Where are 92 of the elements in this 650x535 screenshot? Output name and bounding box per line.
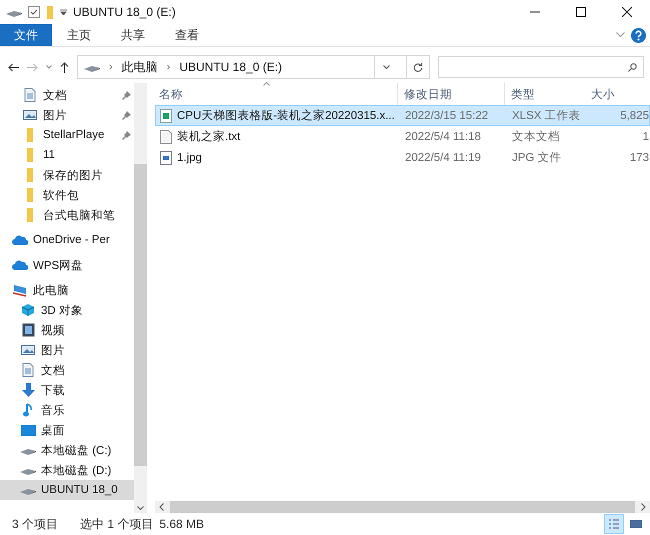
folder-icon <box>26 168 34 182</box>
nav-item[interactable]: StellarPlaye <box>43 129 104 141</box>
file-type: JPG 文件 <box>511 150 563 165</box>
nav-item[interactable]: 保存的图片 <box>43 168 103 182</box>
ribbon-tab[interactable]: 共享 <box>106 24 160 46</box>
nav-item[interactable]: 图片 <box>41 342 65 358</box>
back-arrow-icon[interactable] <box>8 62 19 72</box>
music-note-icon <box>23 403 33 417</box>
folder-icon <box>26 208 34 222</box>
file-size: 5,825 <box>619 110 649 122</box>
pin-icon[interactable] <box>122 110 131 120</box>
window-title: UBUNTU 18_0 (E:) <box>73 5 177 19</box>
pictures-icon <box>23 109 37 121</box>
download-icon <box>22 383 34 397</box>
maximize-icon[interactable] <box>576 7 586 17</box>
breadcrumb[interactable]: UBUNTU 18_0 (E:) <box>179 60 282 74</box>
sort-caret-icon[interactable] <box>263 82 270 86</box>
properties-icon[interactable] <box>28 6 40 18</box>
file-type: 文本文档 <box>511 130 561 144</box>
file-type: XLSX 工作表 <box>511 108 582 123</box>
up-arrow-icon[interactable] <box>60 62 69 72</box>
nav-item[interactable]: 台式电脑和笔 <box>43 208 115 222</box>
selection-count: 选中 1 个项目 <box>80 516 154 532</box>
modified-date: 2022/5/4 11:18 <box>404 130 482 142</box>
chevron-left-icon[interactable] <box>159 503 164 511</box>
chevron-right-icon[interactable] <box>641 503 646 511</box>
nav-item[interactable]: 本地磁盘 (D:) <box>41 462 112 478</box>
nav-item[interactable]: WPS网盘 <box>33 258 84 272</box>
pin-icon[interactable] <box>122 130 131 140</box>
nav-item[interactable]: 视频 <box>41 322 65 338</box>
folder-icon <box>26 188 34 202</box>
horizontal-scrollbar[interactable] <box>155 501 650 513</box>
file-size: 173 <box>628 152 649 164</box>
nav-item[interactable]: 本地磁盘 (C:) <box>41 442 112 458</box>
modified-date: 2022/3/15 15:22 <box>404 110 490 122</box>
document-icon <box>24 88 36 102</box>
nav-item[interactable]: 此电脑 <box>33 282 69 298</box>
pin-icon[interactable] <box>122 90 131 100</box>
file-name: 装机之家.txt <box>177 129 240 144</box>
ribbon-tab[interactable]: 查看 <box>160 24 214 46</box>
nav-item[interactable]: 文档 <box>43 88 67 102</box>
file-size: 1 <box>642 130 649 142</box>
file-row[interactable]: CPU天梯图表格版-装机之家20220315.x... 2022/3/15 15:22 XLSX 工作表 5,825 <box>155 105 650 126</box>
folder-icon <box>26 148 34 162</box>
search-field[interactable] <box>438 56 644 78</box>
item-count: 3 个项目 <box>12 516 58 532</box>
dropdown-icon[interactable] <box>60 9 67 15</box>
nav-item[interactable]: 图片 <box>43 108 67 122</box>
help-icon[interactable] <box>631 28 646 42</box>
selection-size: 5.68 MB <box>159 517 204 531</box>
desktop-icon <box>20 424 36 436</box>
breadcrumb-separator[interactable]: › <box>109 61 113 73</box>
ribbon-tab[interactable]: 主页 <box>52 24 106 46</box>
column-header[interactable]: 大小 <box>591 83 650 105</box>
vertical-scrollbar[interactable] <box>134 83 147 513</box>
file-row[interactable]: 1.jpg 2022/5/4 11:19 JPG 文件 173 <box>155 147 650 168</box>
breadcrumb-separator[interactable]: › <box>166 61 170 73</box>
cloud-icon <box>12 235 28 245</box>
nav-item[interactable]: 3D 对象 <box>41 302 83 318</box>
column-header[interactable]: 名称 <box>155 83 397 105</box>
search-icon <box>628 62 637 72</box>
file-name: 1.jpg <box>177 152 202 164</box>
chevron-down-icon[interactable] <box>46 65 52 69</box>
details-view-icon[interactable] <box>604 514 624 534</box>
chevron-down-icon[interactable] <box>382 64 390 70</box>
spreadsheet-file-icon <box>160 108 172 122</box>
ribbon-tab[interactable]: 文件 <box>0 24 52 46</box>
modified-date: 2022/5/4 11:19 <box>404 152 482 164</box>
nav-item[interactable]: 桌面 <box>41 422 65 438</box>
file-row[interactable]: 装机之家.txt 2022/5/4 11:18 文本文档 1 <box>155 126 650 147</box>
nav-item[interactable]: 文档 <box>41 362 65 378</box>
cube-icon <box>21 303 35 317</box>
folder-icon <box>26 128 34 142</box>
file-name: CPU天梯图表格版-装机之家20220315.x... <box>177 108 395 123</box>
nav-item[interactable]: UBUNTU 18_0 <box>41 484 118 496</box>
nav-item[interactable]: 音乐 <box>41 402 65 418</box>
chevron-down-icon[interactable] <box>137 506 144 511</box>
film-icon <box>22 323 34 337</box>
image-file-icon <box>160 150 172 164</box>
breadcrumb[interactable]: 此电脑 <box>122 58 158 76</box>
nav-item[interactable]: OneDrive - Per <box>33 234 110 246</box>
nav-item[interactable]: 下载 <box>41 382 65 398</box>
computer-icon <box>12 284 28 296</box>
text-file-icon <box>160 130 172 144</box>
pictures-icon <box>21 344 35 356</box>
cloud-icon <box>12 260 28 270</box>
address-field[interactable]: › 此电脑 › UBUNTU 18_0 (E:) <box>77 55 430 79</box>
nav-item[interactable]: 软件包 <box>43 188 79 202</box>
document-icon <box>22 363 34 377</box>
close-icon[interactable] <box>622 7 632 17</box>
refresh-icon[interactable] <box>413 62 423 72</box>
nav-item[interactable]: 11 <box>43 149 55 161</box>
